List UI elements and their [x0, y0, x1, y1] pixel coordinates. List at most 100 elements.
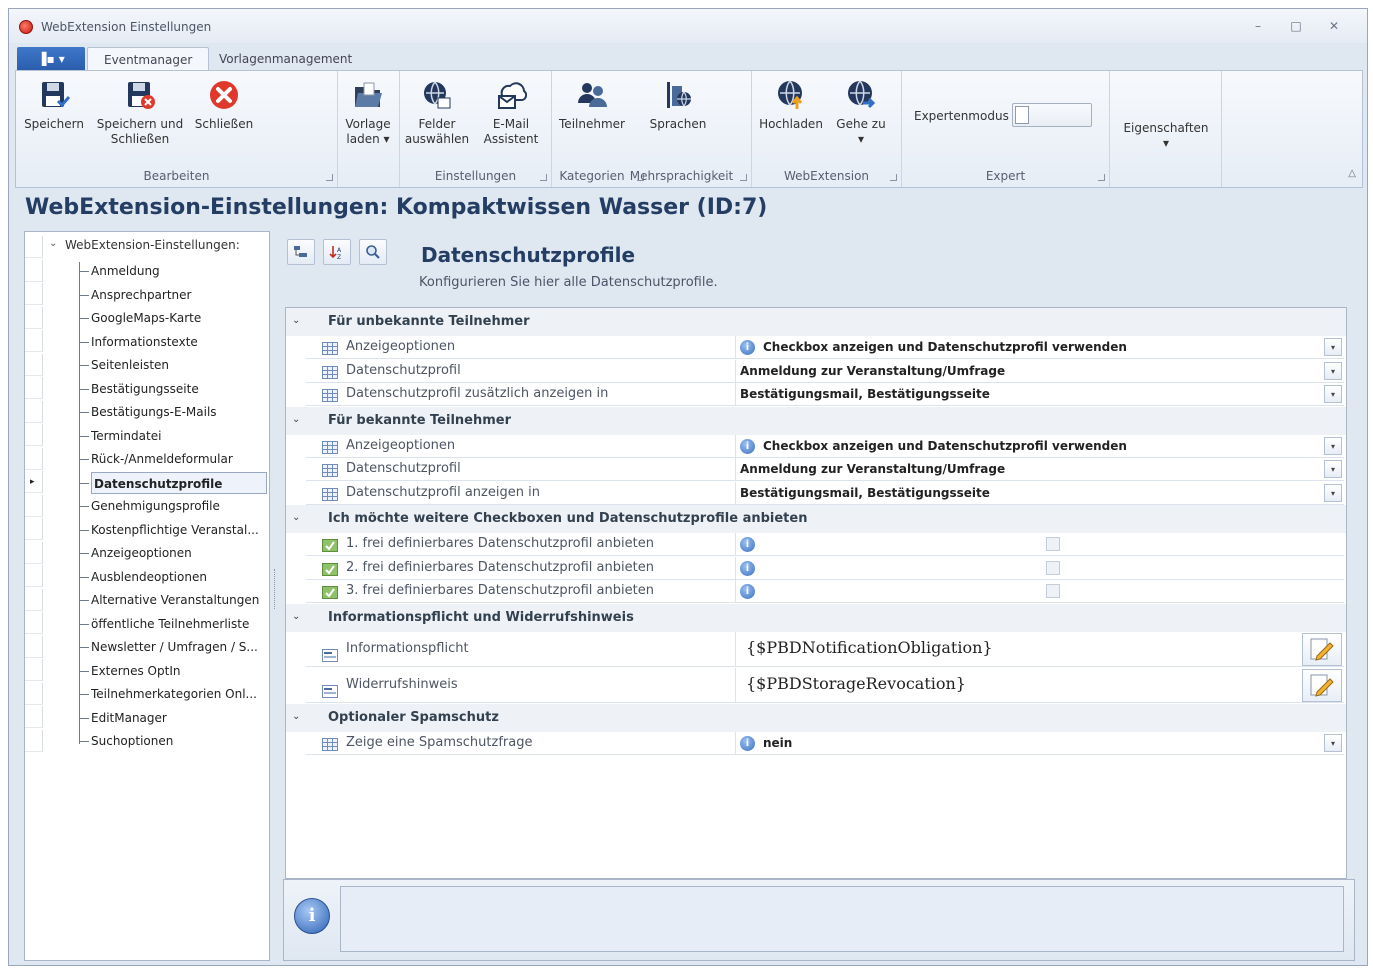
property-value-memo[interactable]: {$PBDNotificationObligation} — [746, 638, 993, 657]
info-icon[interactable]: i — [740, 537, 755, 552]
category-row[interactable]: ⌄ Informationspflicht und Widerrufshinwei… — [286, 603, 1346, 632]
dropdown-button[interactable]: ▾ — [1324, 436, 1342, 455]
tree-item[interactable]: Informationstexte — [91, 331, 267, 353]
dropdown-button[interactable]: ▾ — [1324, 460, 1342, 478]
property-row[interactable]: Datenschutzprofil anzeigen in Bestätigung… — [306, 481, 1344, 505]
tree-item[interactable]: Datenschutzprofile — [91, 471, 267, 494]
property-row[interactable]: 2. frei definierbares Datenschutzprofil … — [306, 556, 1344, 580]
application-menu-button[interactable]: ▐▪ ▾ — [17, 47, 85, 71]
edit-text-button[interactable] — [1302, 668, 1342, 702]
categorized-view-button[interactable] — [287, 239, 315, 265]
load-template-button[interactable]: Vorlage laden ▾ — [338, 77, 398, 147]
dropdown-button[interactable]: ▾ — [1324, 385, 1342, 403]
dropdown-button[interactable]: ▾ — [1324, 733, 1342, 752]
close-button[interactable]: Schließen — [192, 77, 256, 132]
collapse-ribbon-button[interactable]: △ — [1348, 168, 1356, 179]
property-value[interactable]: i nein — [740, 732, 792, 754]
info-icon[interactable]: i — [740, 584, 755, 599]
category-row[interactable]: ⌄ Optionaler Spamschutz — [286, 703, 1346, 732]
tree-item[interactable]: Genehmigungsprofile — [91, 495, 267, 517]
select-fields-button[interactable]: Felder auswählen — [402, 77, 472, 147]
property-value[interactable]: Bestätigungsmail, Bestätigungsseite — [740, 383, 990, 405]
tab-eventmanager[interactable]: Eventmanager — [87, 47, 210, 71]
tree-item[interactable]: Newsletter / Umfragen / S... — [91, 636, 267, 658]
property-row[interactable]: 3. frei definierbares Datenschutzprofil … — [306, 580, 1344, 603]
category-row[interactable]: ⌄ Für bekannte Teilnehmer — [286, 406, 1346, 435]
group-launcher-icon[interactable] — [1098, 174, 1105, 181]
tree-item[interactable]: Anmeldung — [91, 260, 267, 282]
property-row[interactable]: Anzeigeoptionen i Checkbox anzeigen und Da… — [306, 336, 1344, 359]
property-value[interactable]: i Checkbox anzeigen und Datenschutzprofil… — [740, 435, 1127, 457]
tree-item[interactable]: Ausblendeoptionen — [91, 566, 267, 588]
tree-item[interactable]: GoogleMaps-Karte — [91, 307, 267, 329]
search-button[interactable] — [359, 239, 387, 265]
tree-item[interactable]: Teilnehmerkategorien Onl... — [91, 683, 267, 705]
chevron-down-icon[interactable]: ⌄ — [292, 414, 300, 425]
group-launcher-icon[interactable] — [740, 174, 747, 181]
chevron-down-icon[interactable]: ⌄ — [292, 512, 300, 523]
tree-item[interactable]: Alternative Veranstaltungen — [91, 589, 267, 611]
category-row[interactable]: ⌄ Für unbekannte Teilnehmer — [286, 308, 1346, 336]
close-window-button[interactable]: ✕ — [1325, 19, 1343, 33]
tree-item[interactable]: Suchoptionen — [91, 730, 267, 752]
group-launcher-icon[interactable] — [540, 174, 547, 181]
email-assistant-button[interactable]: E-Mail Assistent — [476, 77, 546, 147]
tree-item[interactable]: EditManager — [91, 707, 267, 729]
goto-button[interactable]: Gehe zu ▾ — [830, 77, 892, 147]
tree-item[interactable]: Ansprechpartner — [91, 284, 267, 306]
property-row[interactable]: Datenschutzprofil zusätzlich anzeigen in… — [306, 383, 1344, 406]
property-value[interactable]: Bestätigungsmail, Bestätigungsseite — [740, 482, 990, 504]
maximize-button[interactable]: □ — [1287, 19, 1305, 33]
property-row[interactable]: Datenschutzprofil Anmeldung zur Veranstal… — [306, 359, 1344, 383]
property-row[interactable]: 1. frei definierbares Datenschutzprofil … — [306, 533, 1344, 556]
property-checkbox[interactable] — [1046, 584, 1060, 598]
property-value[interactable]: Anmeldung zur Veranstaltung/Umfrage — [740, 458, 1005, 480]
info-icon[interactable]: i — [740, 340, 755, 355]
properties-button[interactable]: Eigenschaften ▾ — [1116, 121, 1216, 151]
property-row[interactable]: Widerrufshinweis {$PBDStorageRevocation} — [306, 667, 1344, 703]
save-and-close-button[interactable]: Speichern und Schließen — [94, 77, 186, 147]
property-checkbox[interactable] — [1046, 537, 1060, 551]
group-launcher-icon[interactable] — [890, 174, 897, 181]
chevron-down-icon[interactable]: ⌄ — [292, 611, 300, 622]
tree-item[interactable]: Bestätigungsseite — [91, 378, 267, 400]
tree-root-label[interactable]: WebExtension-Einstellungen: — [65, 238, 240, 252]
chevron-down-icon[interactable]: ⌄ — [292, 315, 300, 326]
tree-expander-icon[interactable]: ⌄ — [49, 238, 57, 249]
languages-button[interactable]: Sprachen — [636, 77, 720, 132]
expert-mode-toggle[interactable] — [1012, 103, 1092, 127]
category-row[interactable]: ⌄ Ich möchte weitere Checkboxen und Daten… — [286, 505, 1346, 533]
property-value[interactable]: i Checkbox anzeigen und Datenschutzprofil… — [740, 336, 1127, 358]
property-checkbox[interactable] — [1046, 560, 1060, 575]
property-row[interactable]: Anzeigeoptionen i Checkbox anzeigen und Da… — [306, 434, 1344, 458]
edit-text-button[interactable] — [1302, 632, 1342, 666]
minimize-button[interactable]: – — [1249, 19, 1267, 33]
tree-item[interactable]: Externes OptIn — [91, 660, 267, 682]
group-launcher-icon[interactable] — [326, 174, 333, 181]
info-icon[interactable]: i — [740, 735, 755, 751]
property-value[interactable]: Anmeldung zur Veranstaltung/Umfrage — [740, 360, 1005, 382]
chevron-down-icon[interactable]: ⌄ — [292, 711, 300, 722]
tree-item[interactable]: Kostenpflichtige Veranstal... — [91, 519, 267, 541]
upload-button[interactable]: Hochladen — [756, 77, 826, 132]
tree-item[interactable]: Rück-/Anmeldeformular — [91, 448, 267, 470]
splitter-handle[interactable] — [274, 569, 278, 609]
property-row[interactable]: Informationspflicht {$PBDNotificationObli… — [306, 631, 1344, 667]
save-button[interactable]: Speichern — [22, 77, 86, 132]
tree-item[interactable]: Termindatei — [91, 425, 267, 447]
tree-item[interactable]: Bestätigungs-E-Mails — [91, 401, 267, 423]
property-row[interactable]: Datenschutzprofil Anmeldung zur Veranstal… — [306, 458, 1344, 481]
tab-vorlagenmanagement[interactable]: Vorlagenmanagement — [203, 47, 368, 71]
dropdown-button[interactable]: ▾ — [1324, 483, 1342, 502]
sort-alphabetical-button[interactable]: AZ — [323, 239, 351, 265]
tree-item[interactable]: Seitenleisten — [91, 354, 267, 376]
property-row[interactable]: Zeige eine Spamschutzfrage i nein ▾ — [306, 731, 1344, 755]
tree-item[interactable]: Anzeigeoptionen — [91, 542, 267, 564]
info-icon[interactable]: i — [294, 898, 330, 934]
dropdown-button[interactable]: ▾ — [1324, 361, 1342, 380]
dropdown-button[interactable]: ▾ — [1324, 338, 1342, 356]
info-icon[interactable]: i — [740, 438, 755, 454]
property-value-memo[interactable]: {$PBDStorageRevocation} — [746, 674, 966, 693]
tree-item[interactable]: öffentliche Teilnehmerliste — [91, 613, 267, 635]
info-icon[interactable]: i — [740, 560, 755, 576]
